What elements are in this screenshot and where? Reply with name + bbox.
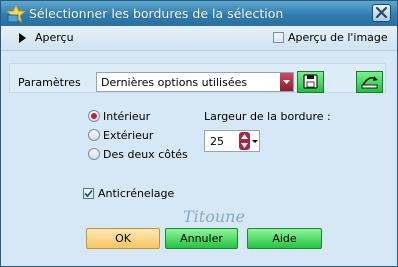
- watermark-signature: Titoune: [183, 207, 245, 226]
- border-width-label: Largeur de la bordure :: [204, 110, 331, 123]
- help-button[interactable]: Aide: [247, 228, 322, 249]
- antialias-checkbox[interactable]: [83, 188, 94, 199]
- radio-interieur[interactable]: [88, 110, 100, 122]
- reset-icon: [361, 76, 378, 89]
- radio-both-sides-label[interactable]: Des deux côtés: [103, 148, 188, 161]
- title-bar[interactable]: Sélectionner les bordures de la sélectio…: [1, 1, 397, 26]
- image-preview-label: Aperçu de l'image: [288, 31, 388, 44]
- paint-star-icon: [5, 4, 27, 23]
- radio-exterieur[interactable]: [88, 129, 100, 141]
- chevron-down-icon: [283, 80, 290, 84]
- preview-toggle[interactable]: Aperçu: [35, 31, 74, 44]
- save-preset-button[interactable]: [297, 71, 324, 93]
- presets-label: Paramètres: [18, 76, 81, 89]
- antialias-label: Anticrénelage: [98, 187, 175, 200]
- presets-dropdown-arrow[interactable]: [280, 73, 293, 91]
- close-icon: [375, 6, 388, 19]
- ok-button[interactable]: OK: [86, 228, 160, 249]
- radio-exterieur-label[interactable]: Extérieur: [103, 129, 153, 142]
- cancel-button[interactable]: Annuler: [165, 228, 238, 249]
- close-button[interactable]: [372, 4, 391, 22]
- spinner-arrows-icon[interactable]: [239, 132, 259, 150]
- save-icon: [303, 74, 318, 89]
- radio-interieur-label[interactable]: Intérieur: [103, 110, 150, 123]
- preview-bar: Aperçu Aperçu de l'image: [1, 26, 397, 51]
- image-preview-checkbox[interactable]: [273, 32, 284, 43]
- checkmark-icon: [84, 189, 93, 198]
- presets-select[interactable]: Dernières options utilisées: [96, 72, 294, 92]
- dialog-window: Sélectionner les bordures de la sélectio…: [0, 0, 398, 267]
- triangle-right-icon[interactable]: [19, 33, 26, 43]
- radio-both-sides[interactable]: [88, 148, 100, 160]
- window-title: Sélectionner les bordures de la sélectio…: [29, 6, 284, 21]
- presets-value: Dernières options utilisées: [101, 76, 248, 89]
- reset-button[interactable]: [356, 71, 383, 93]
- border-width-value[interactable]: 25: [210, 135, 224, 148]
- border-width-spinner[interactable]: 25: [204, 130, 260, 152]
